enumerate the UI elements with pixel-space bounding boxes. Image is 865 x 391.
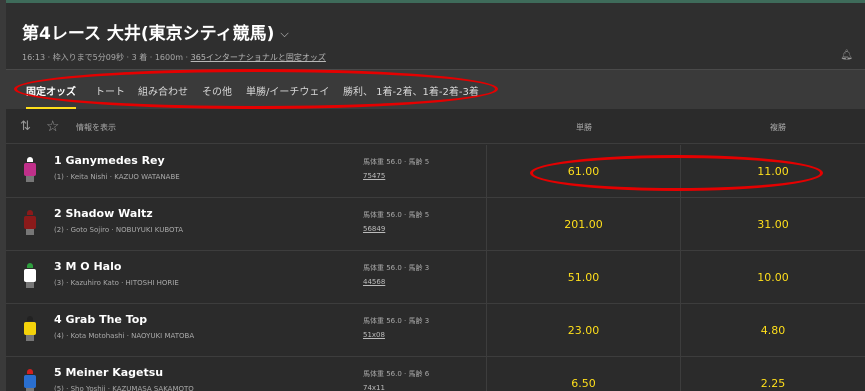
form-link[interactable]: 51x08 (363, 331, 385, 339)
runner-row: 2 Shadow Waltz (2) · Goto Sojiro · NOBUY… (6, 198, 865, 251)
jockey-silk-icon (23, 157, 37, 183)
form-link[interactable]: 75475 (363, 172, 385, 180)
form-link[interactable]: 74x11 (363, 384, 385, 391)
horse-name: 5 Meiner Kagetsu (54, 366, 164, 379)
jockey-silk-icon (23, 316, 37, 342)
silk-cap (27, 316, 33, 321)
tabs-highlight-annotation (14, 69, 498, 109)
win-column-header: 単勝 (576, 123, 592, 132)
jockey-silk-icon (23, 263, 37, 289)
race-title-text: 第4レース 大井(東京シティ競馬) (22, 24, 275, 44)
silk-legs (26, 176, 34, 182)
win-odds-button[interactable]: 51.00 (486, 251, 680, 304)
silk-body (24, 375, 36, 388)
runner-row: 3 M O Halo (3) · Kazuhiro Kato · HITOSHI… (6, 251, 865, 304)
market-link[interactable]: 365インターナショナルと固定オッズ (191, 53, 326, 62)
page: 第4レース 大井(東京シティ競馬) ⌵ 16:13 · 枠入りまで5分09秒 · … (0, 0, 865, 391)
weight-age: 馬体重 56.0 · 馬齢 6 (363, 370, 430, 378)
horse-name: 4 Grab The Top (54, 313, 148, 326)
race-title[interactable]: 第4レース 大井(東京シティ競馬) ⌵ (22, 19, 289, 44)
horse-name: 1 Ganymedes Rey (54, 154, 165, 167)
jockey-silk-icon (23, 369, 37, 391)
weight-age: 馬体重 56.0 · 馬齢 5 (363, 158, 430, 166)
place-odds-button[interactable]: 31.00 (680, 198, 865, 251)
show-info-toggle[interactable]: 情報を表示 (76, 122, 116, 133)
place-column-header: 複勝 (770, 123, 786, 132)
place-odds-button[interactable]: 2.25 (680, 357, 865, 391)
sort-icon[interactable]: ⇅ (20, 119, 31, 134)
silk-cap (27, 263, 33, 268)
form-link[interactable]: 44568 (363, 278, 385, 286)
silk-legs (26, 229, 34, 235)
silk-body (24, 216, 36, 229)
runner-row: 5 Meiner Kagetsu (5) · Sho Yoshii · KAZU… (6, 357, 865, 391)
horse-name: 3 M O Halo (54, 260, 122, 273)
race-subline: 16:13 · 枠入りまで5分09秒 · 3 着 · 1600m · 365イン… (22, 52, 326, 63)
horse-name: 2 Shadow Waltz (54, 207, 153, 220)
place-odds-button[interactable]: 4.80 (680, 304, 865, 357)
silk-body (24, 322, 36, 335)
star-icon[interactable]: ☆ (46, 117, 59, 135)
win-odds-button[interactable]: 23.00 (486, 304, 680, 357)
jockey-trainer: (4) · Kota Motohashi · NAOYUKI MATOBA (54, 332, 195, 340)
jockey-trainer: (2) · Goto Sojiro · NOBUYUKI KUBOTA (54, 226, 184, 234)
form-link[interactable]: 56849 (363, 225, 385, 233)
weight-age: 馬体重 56.0 · 馬齢 5 (363, 211, 430, 219)
place-odds-button[interactable]: 10.00 (680, 251, 865, 304)
jockey-trainer: (1) · Keita Nishi · KAZUO WATANABE (54, 173, 180, 181)
win-odds-button[interactable]: 201.00 (486, 198, 680, 251)
runner-row: 4 Grab The Top (4) · Kota Motohashi · NA… (6, 304, 865, 357)
silk-legs (26, 282, 34, 288)
silk-body (24, 269, 36, 282)
jockey-trainer: (3) · Kazuhiro Kato · HITOSHI HORIE (54, 279, 179, 287)
chevron-down-icon[interactable]: ⌵ (280, 27, 288, 40)
jockey-trainer: (5) · Sho Yoshii · KAZUMASA SAKAMOTO (54, 385, 194, 391)
silk-cap (27, 157, 33, 162)
race-info: 16:13 · 枠入りまで5分09秒 · 3 着 · 1600m · (22, 53, 189, 62)
column-header: ⇅ ☆ 情報を表示 単勝 複勝 (6, 110, 865, 144)
race-header: 第4レース 大井(東京シティ競馬) ⌵ 16:13 · 枠入りまで5分09秒 · … (6, 3, 865, 69)
weight-age: 馬体重 56.0 · 馬齢 3 (363, 264, 430, 272)
bell-icon[interactable]: 🔔︎ (840, 50, 853, 61)
odds-highlight-annotation (530, 155, 823, 191)
jockey-silk-icon (23, 210, 37, 236)
silk-cap (27, 210, 33, 215)
silk-body (24, 163, 36, 176)
win-odds-button[interactable]: 6.50 (486, 357, 680, 391)
weight-age: 馬体重 56.0 · 馬齢 3 (363, 317, 430, 325)
silk-cap (27, 369, 33, 374)
silk-legs (26, 335, 34, 341)
